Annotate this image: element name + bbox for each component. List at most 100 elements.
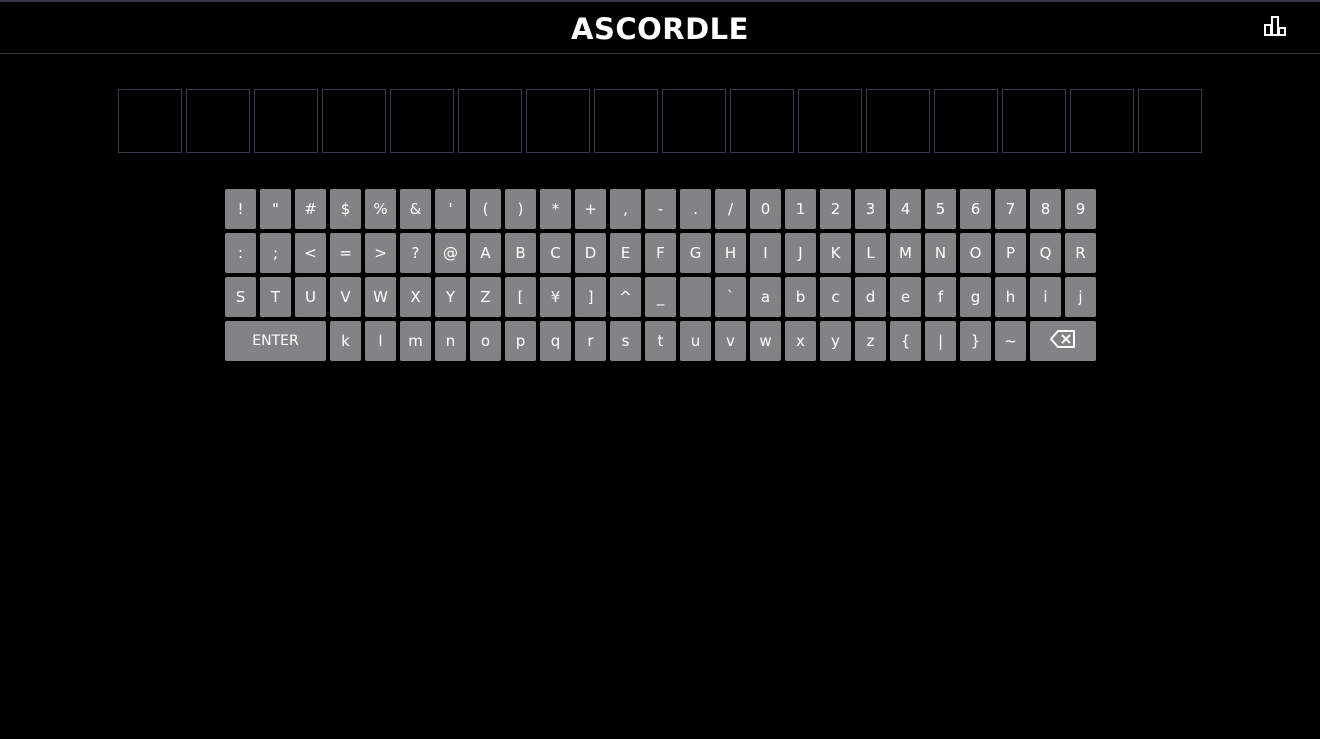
key[interactable]: 5	[925, 189, 956, 229]
key[interactable]: ]	[575, 277, 606, 317]
key[interactable]	[680, 277, 711, 317]
key[interactable]: +	[575, 189, 606, 229]
key[interactable]: @	[435, 233, 466, 273]
key[interactable]: &	[400, 189, 431, 229]
key[interactable]: L	[855, 233, 886, 273]
key[interactable]: 8	[1030, 189, 1061, 229]
key[interactable]: ^	[610, 277, 641, 317]
key[interactable]: j	[1065, 277, 1096, 317]
key[interactable]: y	[820, 321, 851, 361]
key[interactable]: }	[960, 321, 991, 361]
backspace-key[interactable]	[1030, 321, 1096, 361]
key[interactable]: g	[960, 277, 991, 317]
key[interactable]: -	[645, 189, 676, 229]
key[interactable]: Z	[470, 277, 501, 317]
key[interactable]: J	[785, 233, 816, 273]
stats-chart-icon[interactable]	[1264, 15, 1286, 37]
key[interactable]: $	[330, 189, 361, 229]
key[interactable]: K	[820, 233, 851, 273]
key[interactable]: l	[365, 321, 396, 361]
key[interactable]: :	[225, 233, 256, 273]
key[interactable]: W	[365, 277, 396, 317]
key[interactable]: B	[505, 233, 536, 273]
key[interactable]: '	[435, 189, 466, 229]
key[interactable]: %	[365, 189, 396, 229]
key[interactable]: =	[330, 233, 361, 273]
key[interactable]: /	[715, 189, 746, 229]
key[interactable]: S	[225, 277, 256, 317]
key[interactable]: "	[260, 189, 291, 229]
key[interactable]: *	[540, 189, 571, 229]
key[interactable]: R	[1065, 233, 1096, 273]
letter-tile	[594, 89, 658, 153]
key[interactable]: F	[645, 233, 676, 273]
key[interactable]: N	[925, 233, 956, 273]
key[interactable]: [	[505, 277, 536, 317]
key[interactable]: c	[820, 277, 851, 317]
key[interactable]: <	[295, 233, 326, 273]
key[interactable]: r	[575, 321, 606, 361]
key[interactable]: 4	[890, 189, 921, 229]
key[interactable]: m	[400, 321, 431, 361]
key[interactable]: >	[365, 233, 396, 273]
key[interactable]: ;	[260, 233, 291, 273]
keyboard-row: S T U V W X Y Z[¥] ^ _ ` a b c d e f g h i j	[225, 277, 1096, 317]
key[interactable]: 7	[995, 189, 1026, 229]
key[interactable]: z	[855, 321, 886, 361]
key[interactable]: Q	[1030, 233, 1061, 273]
key[interactable]: 1	[785, 189, 816, 229]
key[interactable]: T	[260, 277, 291, 317]
key[interactable]: q	[540, 321, 571, 361]
key[interactable]: s	[610, 321, 641, 361]
key[interactable]: f	[925, 277, 956, 317]
key[interactable]: 2	[820, 189, 851, 229]
key[interactable]: (	[470, 189, 501, 229]
key[interactable]: 9	[1065, 189, 1096, 229]
key[interactable]: H	[715, 233, 746, 273]
key[interactable]: ~	[995, 321, 1026, 361]
key[interactable]: P	[995, 233, 1026, 273]
key[interactable]: !	[225, 189, 256, 229]
key[interactable]: ,	[610, 189, 641, 229]
key[interactable]: w	[750, 321, 781, 361]
key[interactable]: `	[715, 277, 746, 317]
key[interactable]: V	[330, 277, 361, 317]
key[interactable]: D	[575, 233, 606, 273]
key[interactable]: |	[925, 321, 956, 361]
key[interactable]: E	[610, 233, 641, 273]
key[interactable]: k	[330, 321, 361, 361]
key[interactable]: C	[540, 233, 571, 273]
key[interactable]: n	[435, 321, 466, 361]
key[interactable]: a	[750, 277, 781, 317]
key[interactable]: x	[785, 321, 816, 361]
key[interactable]: t	[645, 321, 676, 361]
key[interactable]: A	[470, 233, 501, 273]
key[interactable]: X	[400, 277, 431, 317]
key[interactable]: U	[295, 277, 326, 317]
key[interactable]: O	[960, 233, 991, 273]
key[interactable]: M	[890, 233, 921, 273]
key[interactable]: .	[680, 189, 711, 229]
key[interactable]: ¥	[540, 277, 571, 317]
key[interactable]: I	[750, 233, 781, 273]
key[interactable]: h	[995, 277, 1026, 317]
key[interactable]: 0	[750, 189, 781, 229]
key[interactable]: d	[855, 277, 886, 317]
key[interactable]: Y	[435, 277, 466, 317]
key[interactable]: {	[890, 321, 921, 361]
key[interactable]: p	[505, 321, 536, 361]
key[interactable]: 6	[960, 189, 991, 229]
key[interactable]: o	[470, 321, 501, 361]
key[interactable]: G	[680, 233, 711, 273]
key[interactable]: u	[680, 321, 711, 361]
key[interactable]: e	[890, 277, 921, 317]
key[interactable]: v	[715, 321, 746, 361]
key[interactable]: 3	[855, 189, 886, 229]
enter-key[interactable]: ENTER	[225, 321, 326, 361]
key[interactable]: #	[295, 189, 326, 229]
key[interactable]: i	[1030, 277, 1061, 317]
key[interactable]: )	[505, 189, 536, 229]
key[interactable]: _	[645, 277, 676, 317]
key[interactable]: b	[785, 277, 816, 317]
key[interactable]: ?	[400, 233, 431, 273]
